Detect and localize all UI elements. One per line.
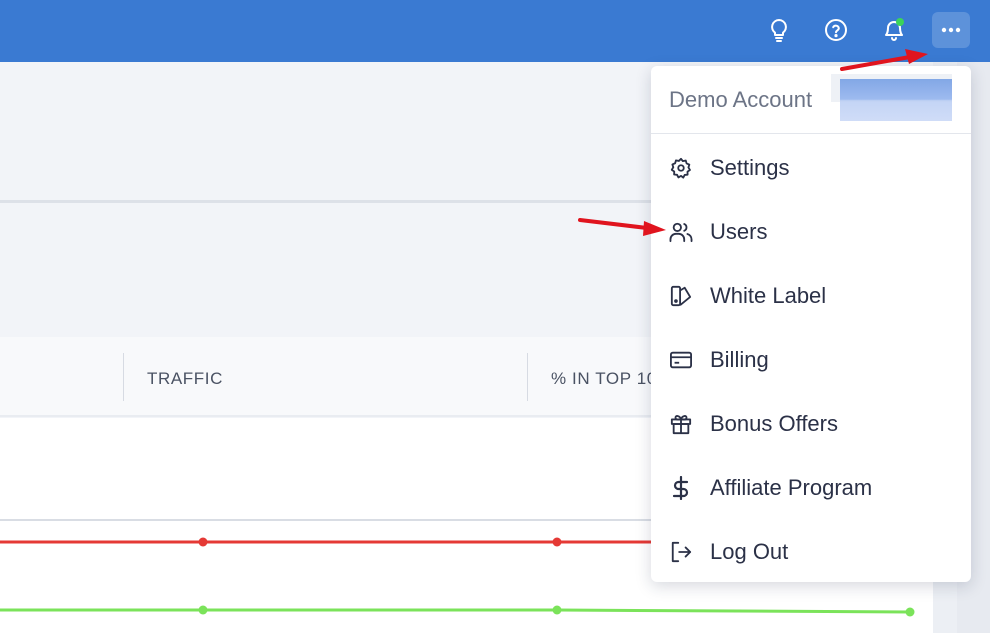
menu-item-users[interactable]: Users [651,200,971,264]
menu-item-label: Settings [710,155,790,180]
menu-item-label: Billing [710,347,769,372]
account-header: Demo Account [651,66,971,134]
dollar-icon [669,476,693,500]
series-line [0,608,911,614]
data-point[interactable] [198,537,208,547]
data-point[interactable] [905,607,915,617]
gear-icon [669,156,693,180]
menu-item-white-label[interactable]: White Label [651,264,971,328]
account-name: Demo Account [669,87,813,112]
redaction-box [840,79,952,121]
menu-item-affiliate-program[interactable]: Affiliate Program [651,456,971,520]
data-point[interactable] [198,605,208,615]
top-bar [0,0,990,62]
more-icon [941,27,961,33]
menu-item-label: Affiliate Program [710,475,873,500]
menu-item-log-out[interactable]: Log Out [651,520,971,584]
more-options-button[interactable] [932,12,970,48]
column-header-traffic[interactable]: TRAFFIC [147,369,223,389]
menu-item-settings[interactable]: Settings [651,136,971,200]
data-point[interactable] [552,605,562,615]
account-menu: Demo Account Settings Users White Label … [651,66,971,582]
data-point[interactable] [552,537,562,547]
column-separator [123,353,124,401]
menu-item-billing[interactable]: Billing [651,328,971,392]
menu-item-label: White Label [710,283,827,308]
users-icon [669,220,693,244]
menu-item-label: Log Out [710,539,789,564]
credit-card-icon [669,348,693,372]
notification-dot [896,18,904,26]
white-label-icon [669,284,693,308]
bell-icon[interactable] [875,12,913,48]
menu-item-label: Bonus Offers [710,411,838,436]
column-header-top10[interactable]: % IN TOP 10 [551,369,657,389]
logout-icon [669,540,693,564]
menu-item-bonus-offers[interactable]: Bonus Offers [651,392,971,456]
menu-item-label: Users [710,219,768,244]
column-separator [527,353,528,401]
gift-icon [669,412,693,436]
series-green-line [0,605,915,617]
help-icon[interactable] [817,12,855,48]
lightbulb-icon[interactable] [760,12,798,48]
